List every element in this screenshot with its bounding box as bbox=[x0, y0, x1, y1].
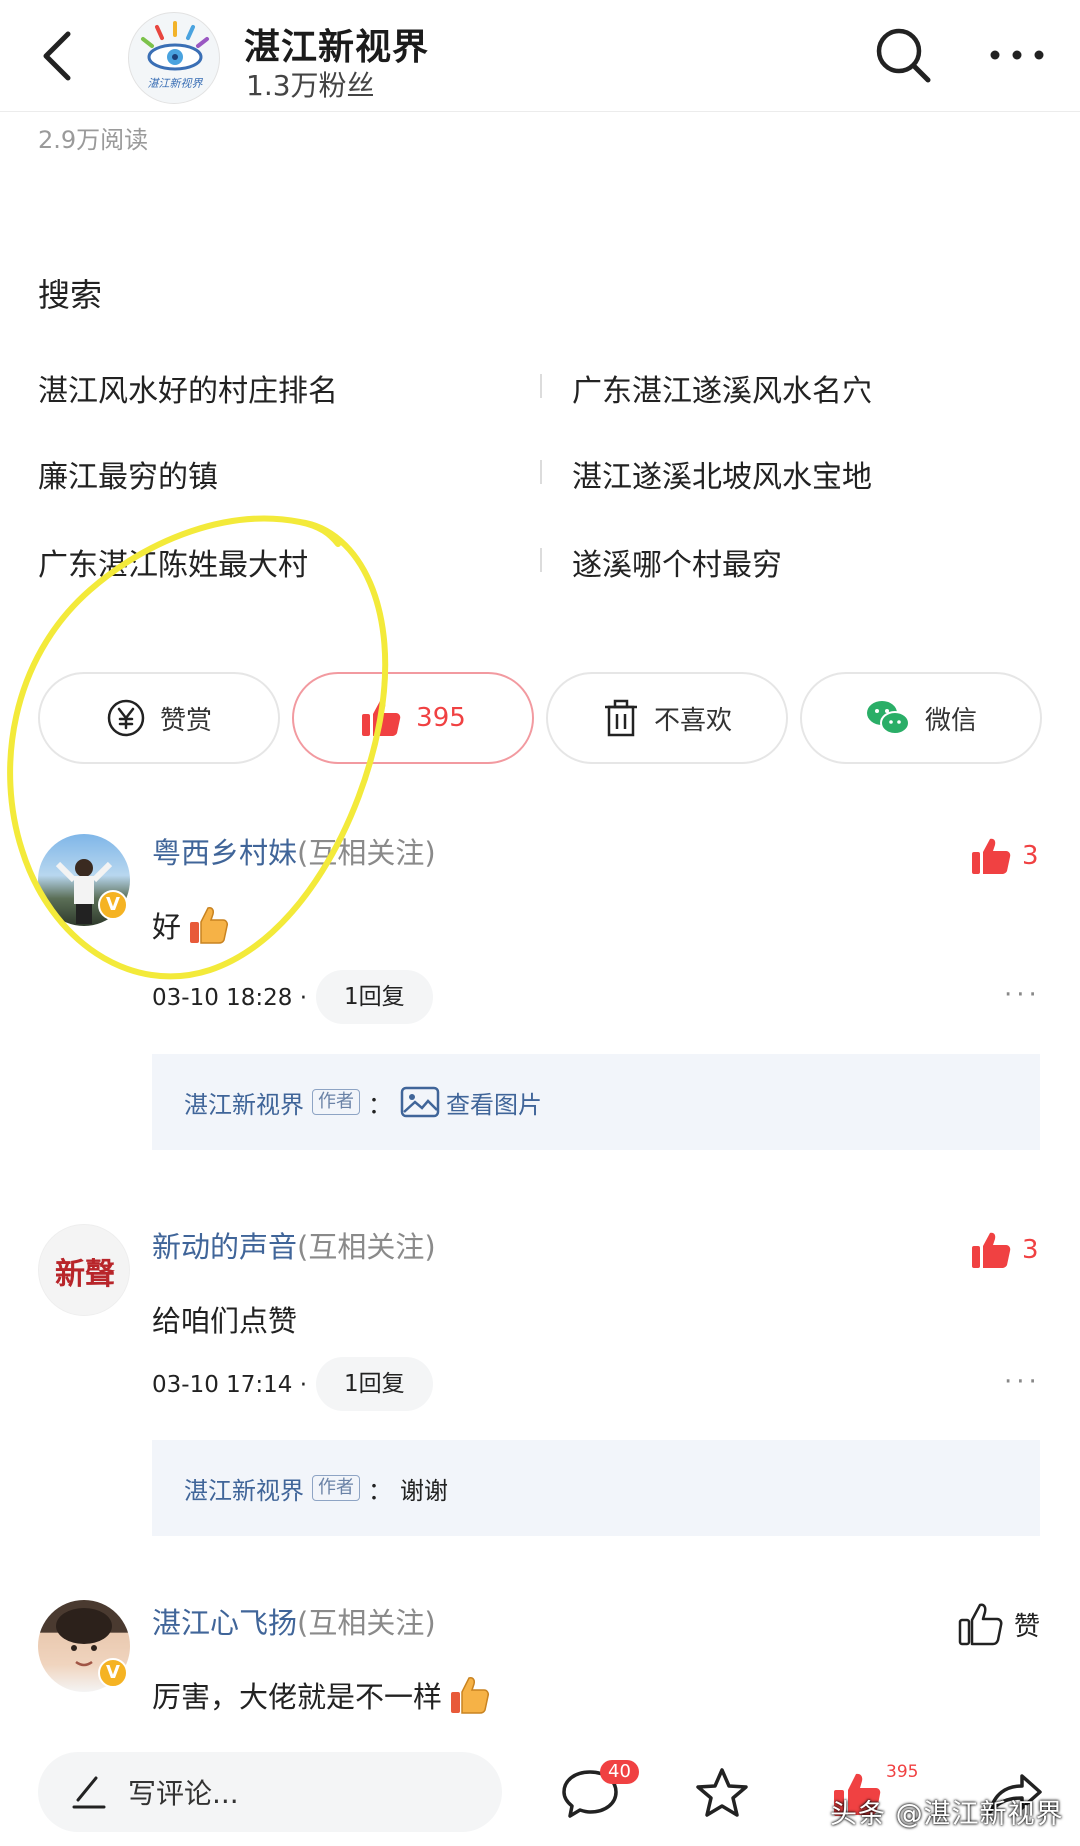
view-image-label: 查看图片 bbox=[446, 1090, 542, 1119]
account-avatar[interactable]: 湛江新视界 bbox=[128, 12, 220, 104]
reward-label: 赞赏 bbox=[159, 705, 212, 736]
divider bbox=[540, 374, 542, 398]
author-tag: 作者 bbox=[312, 1089, 360, 1115]
image-icon bbox=[400, 1086, 440, 1118]
comment-text: 好 bbox=[152, 904, 229, 946]
like-count-small: 395 bbox=[886, 1762, 919, 1782]
comment-like-button[interactable]: 3 bbox=[970, 1230, 1039, 1270]
thumbs-up-outline-icon bbox=[958, 1603, 1003, 1646]
view-replies-button[interactable]: 1回复 bbox=[316, 1357, 433, 1411]
search-icon[interactable] bbox=[872, 24, 934, 86]
comment-timestamp: 03-10 18:28 · bbox=[152, 985, 308, 1011]
comment-text: 给咱们点赞 bbox=[152, 1298, 297, 1340]
commenter-name[interactable]: 湛江心飞扬(互相关注) bbox=[152, 1600, 436, 1642]
comment-text-content: 好 bbox=[152, 910, 182, 944]
yen-coin-icon bbox=[107, 699, 145, 737]
comment-like-label: 赞 bbox=[1014, 1611, 1041, 1642]
thumbs-up-emoji-icon bbox=[190, 907, 229, 944]
author-reply[interactable]: 湛江新视界 作者 ： 查看图片 bbox=[152, 1054, 1040, 1150]
account-name[interactable]: 湛江新视界 bbox=[244, 18, 429, 70]
reply-colon: ： bbox=[368, 1476, 392, 1505]
commenter-name-text[interactable]: 粤西乡村妹 bbox=[152, 836, 297, 870]
comment-more-icon[interactable]: ··· bbox=[1004, 1367, 1041, 1397]
follower-count: 1.3万粉丝 bbox=[246, 69, 375, 102]
related-search-title: 搜索 bbox=[38, 276, 103, 314]
author-tag: 作者 bbox=[312, 1475, 360, 1501]
avatar-logo-text: 新聲 bbox=[55, 1257, 115, 1292]
view-replies-button[interactable]: 1回复 bbox=[316, 970, 433, 1024]
comment-like-button[interactable]: 赞 bbox=[958, 1602, 1040, 1646]
watermark: 头条 @湛江新视界 bbox=[830, 1799, 1064, 1830]
comment-like-button[interactable]: 3 bbox=[970, 836, 1039, 876]
comment-text-content: 给咱们点赞 bbox=[152, 1304, 298, 1338]
wechat-label: 微信 bbox=[924, 705, 977, 736]
search-suggestion[interactable]: 湛江风水好的村庄排名 bbox=[38, 366, 338, 410]
verified-badge-icon: V bbox=[98, 890, 128, 920]
commenter-name-text[interactable]: 新动的声音 bbox=[152, 1230, 297, 1264]
favorite-star-icon[interactable] bbox=[690, 1762, 754, 1826]
reply-author-name[interactable]: 湛江新视界 bbox=[184, 1085, 304, 1120]
thumbs-up-icon bbox=[972, 1232, 1011, 1268]
comment-text-content: 厉害，大佬就是不一样 bbox=[152, 1680, 443, 1714]
reply-colon: ： bbox=[368, 1090, 392, 1119]
reward-button[interactable]: 赞赏 bbox=[38, 672, 280, 764]
thumbs-up-emoji-icon bbox=[451, 1677, 490, 1714]
commenter-name-text[interactable]: 湛江心飞扬 bbox=[152, 1606, 297, 1640]
comment-like-count: 3 bbox=[1022, 841, 1039, 871]
comment-text: 厉害，大佬就是不一样 bbox=[152, 1674, 490, 1716]
view-image-link[interactable]: 查看图片 bbox=[400, 1085, 542, 1120]
thumbs-up-icon bbox=[362, 700, 401, 736]
commenter-name[interactable]: 粤西乡村妹(互相关注) bbox=[152, 830, 436, 872]
logo-caption: 湛江新视界 bbox=[147, 77, 203, 90]
wechat-share-button[interactable]: 微信 bbox=[800, 672, 1042, 764]
trash-icon bbox=[604, 699, 637, 737]
reply-author-name[interactable]: 湛江新视界 bbox=[184, 1471, 304, 1506]
comment-count-badge: 40 bbox=[600, 1760, 639, 1784]
divider bbox=[540, 548, 542, 572]
reply-text: 谢谢 bbox=[400, 1476, 448, 1505]
like-button[interactable]: 395 bbox=[292, 672, 534, 764]
dislike-button[interactable]: 不喜欢 bbox=[546, 672, 788, 764]
search-suggestion[interactable]: 湛江遂溪北坡风水宝地 bbox=[572, 452, 872, 496]
commenter-name[interactable]: 新动的声音(互相关注) bbox=[152, 1224, 436, 1266]
like-count: 395 bbox=[416, 703, 466, 733]
thumbs-up-icon bbox=[972, 838, 1011, 874]
mutual-follow-label: (互相关注) bbox=[297, 836, 436, 870]
pencil-icon bbox=[72, 1776, 106, 1809]
search-suggestion[interactable]: 广东湛江陈姓最大村 bbox=[38, 540, 308, 584]
comment-more-icon[interactable]: ··· bbox=[1004, 980, 1041, 1010]
write-comment-input[interactable]: 写评论... bbox=[38, 1752, 502, 1832]
mutual-follow-label: (互相关注) bbox=[297, 1606, 436, 1640]
commenter-avatar[interactable]: 新聲 bbox=[38, 1224, 130, 1316]
divider bbox=[540, 460, 542, 484]
dislike-label: 不喜欢 bbox=[653, 705, 732, 736]
search-suggestion[interactable]: 廉江最穷的镇 bbox=[38, 452, 218, 496]
read-count: 2.9万阅读 bbox=[38, 126, 149, 154]
bottom-action-bar: 写评论... 40 395 头条 @湛江新视界 bbox=[0, 1740, 1080, 1846]
comment-like-count: 3 bbox=[1022, 1235, 1039, 1265]
search-suggestion[interactable]: 遂溪哪个村最穷 bbox=[572, 540, 782, 584]
top-app-bar: 湛江新视界 湛江新视界 1.3万粉丝 bbox=[0, 0, 1080, 112]
author-reply[interactable]: 湛江新视界 作者 ： 谢谢 bbox=[152, 1440, 1040, 1536]
comment-timestamp: 03-10 17:14 · bbox=[152, 1372, 308, 1398]
wechat-icon bbox=[866, 701, 910, 735]
more-options-icon[interactable] bbox=[985, 30, 1049, 80]
back-arrow-icon[interactable] bbox=[34, 26, 82, 86]
mutual-follow-label: (互相关注) bbox=[297, 1230, 436, 1264]
search-suggestion[interactable]: 广东湛江遂溪风水名穴 bbox=[572, 366, 872, 410]
verified-badge-icon: V bbox=[98, 1658, 128, 1688]
comment-placeholder: 写评论... bbox=[128, 1777, 239, 1810]
